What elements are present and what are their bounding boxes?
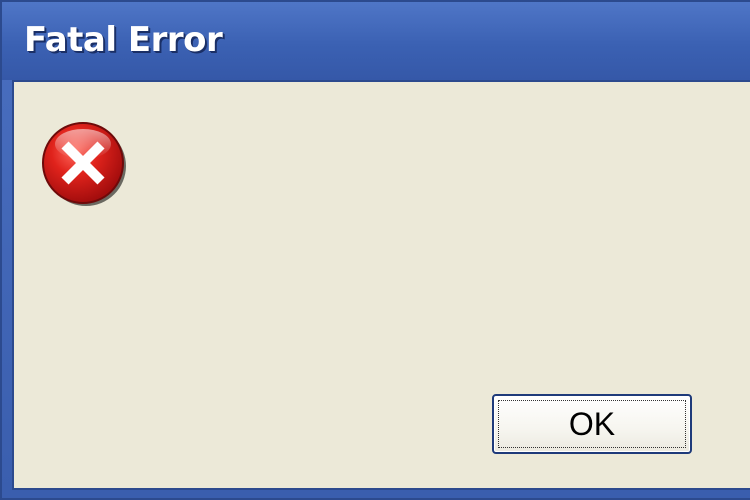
title-bar[interactable]: Fatal Error xyxy=(2,2,750,80)
error-icon xyxy=(42,122,126,206)
error-dialog-window: Fatal Error OK xyxy=(0,0,750,500)
ok-button-label: OK xyxy=(568,406,616,442)
ok-button[interactable]: OK xyxy=(492,394,692,454)
window-title: Fatal Error xyxy=(24,20,223,60)
dialog-body: OK xyxy=(12,80,750,490)
